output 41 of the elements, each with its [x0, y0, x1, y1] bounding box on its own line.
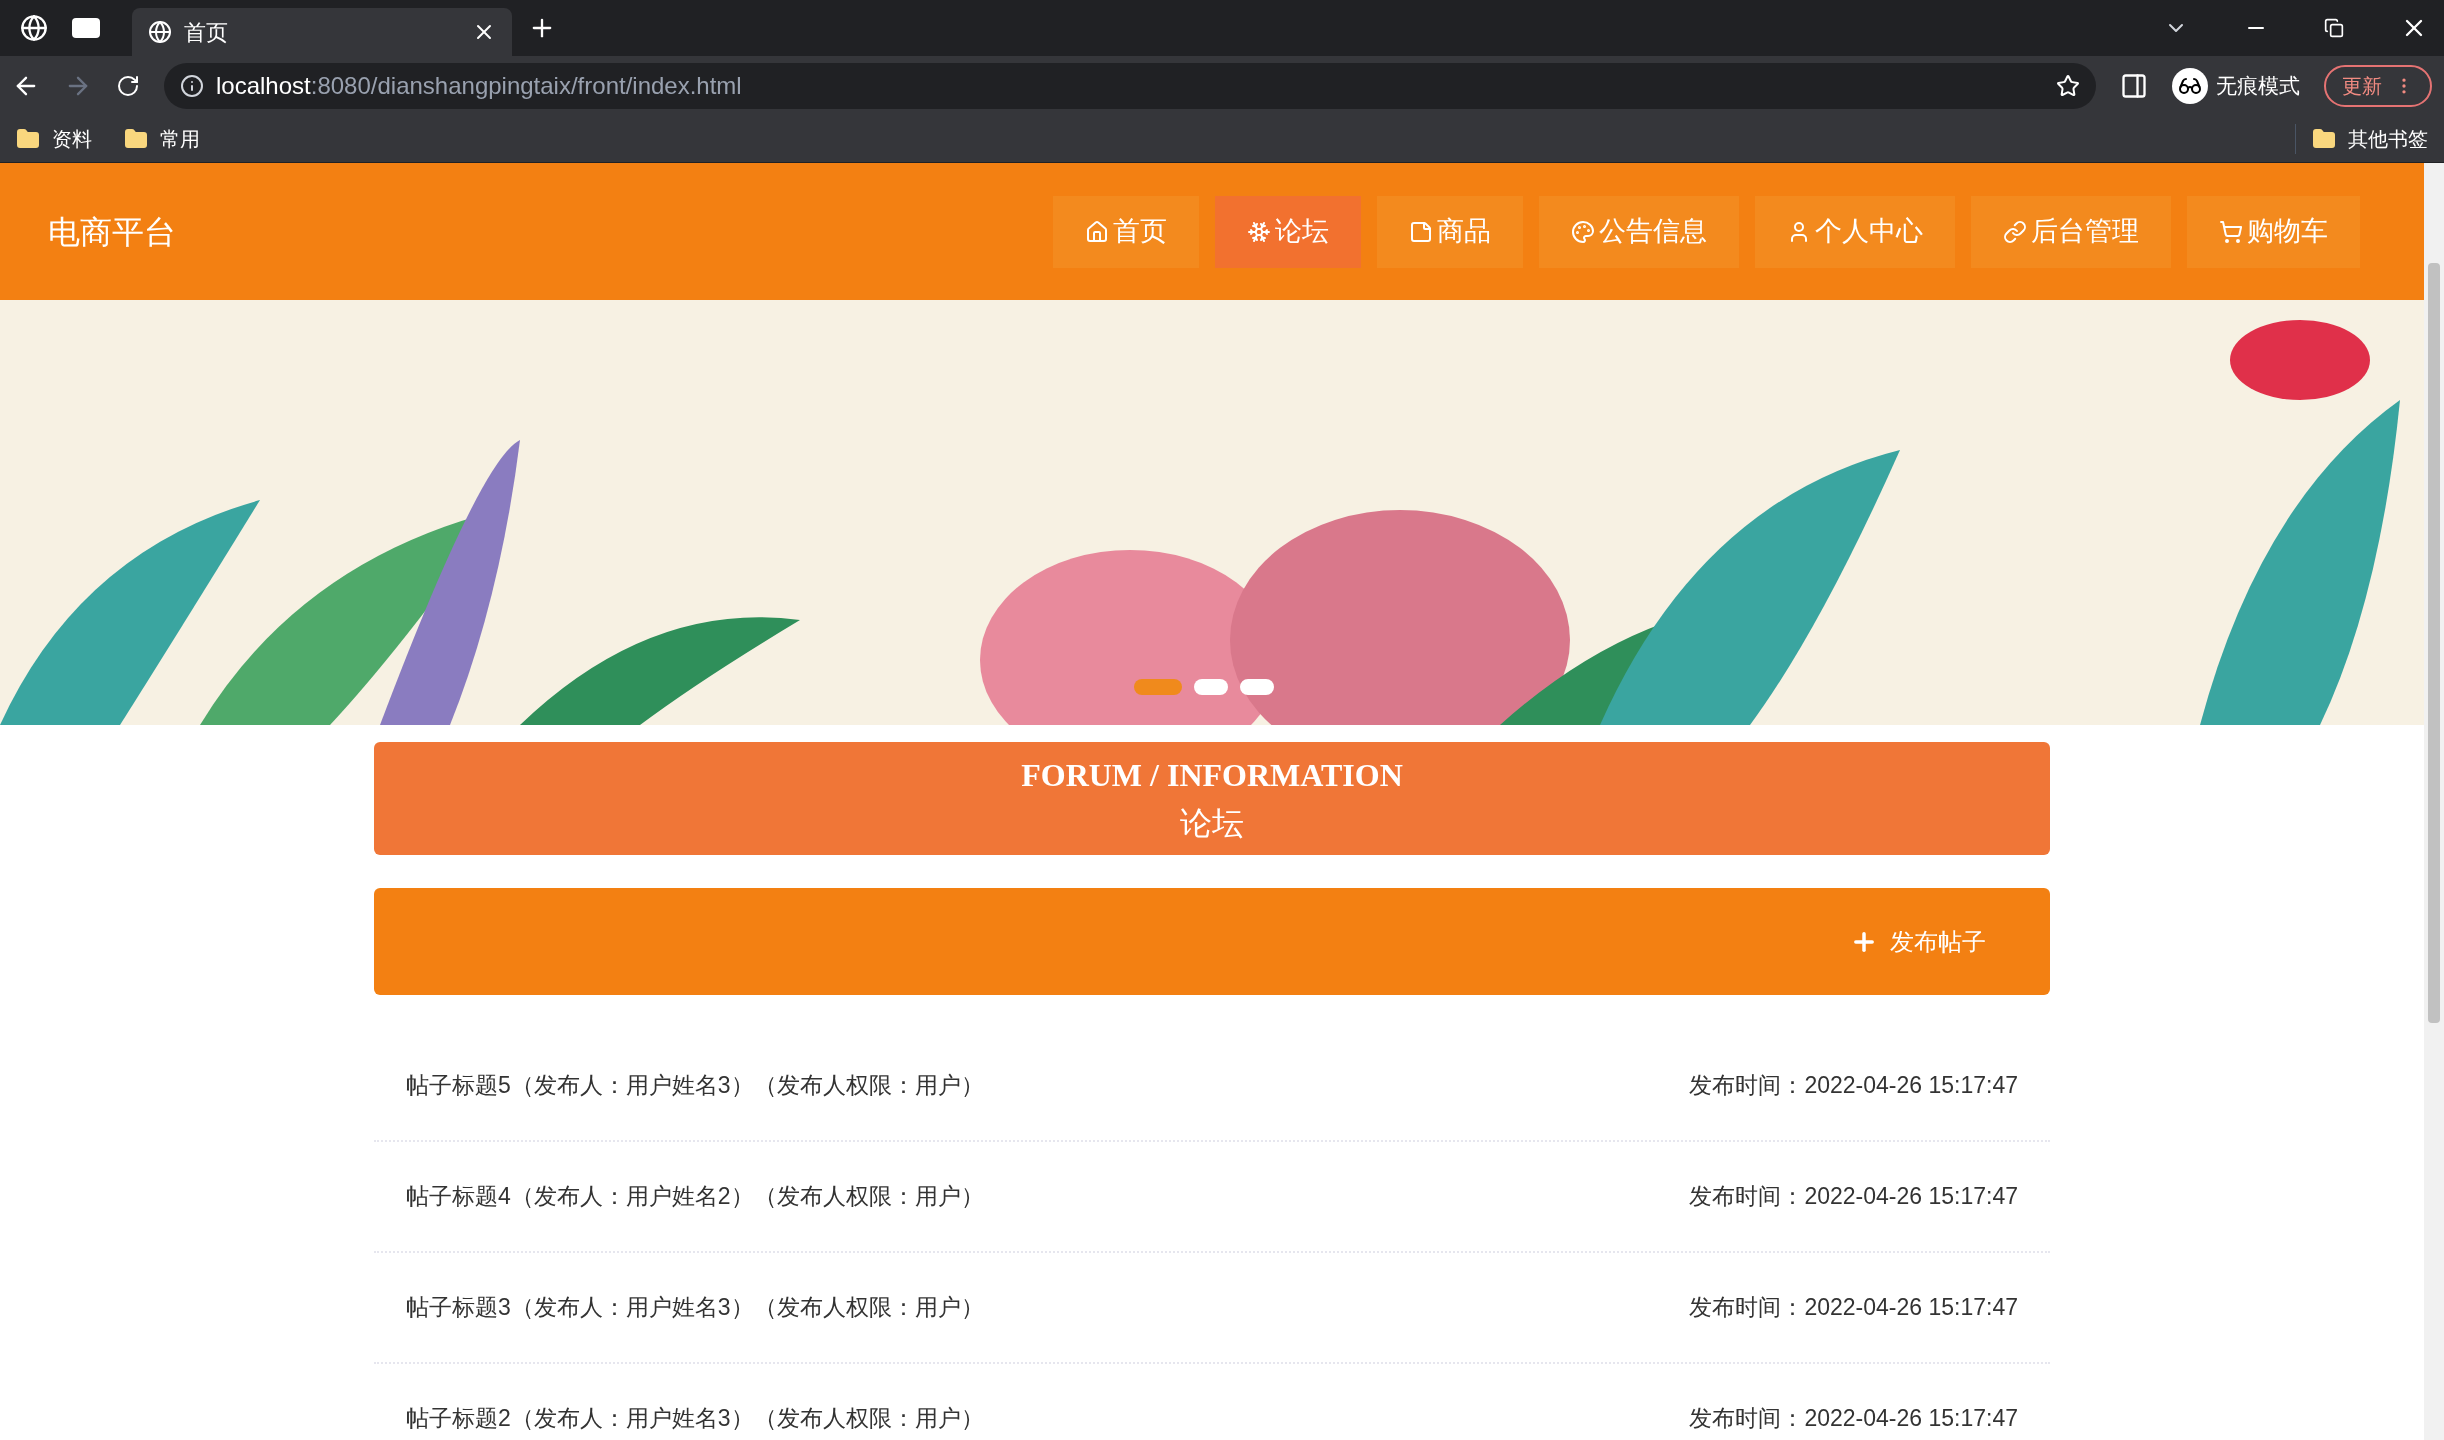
bookmark-star-icon[interactable] — [2056, 74, 2080, 98]
folder-icon — [16, 127, 40, 151]
url-text: localhost:8080/dianshangpingtaix/front/index.html — [216, 71, 742, 101]
post-title[interactable]: 帖子标题4（发布人：用户姓名2）（发布人权限：用户） — [406, 1179, 984, 1214]
post-time: 发布时间：2022-04-26 15:17:47 — [1689, 1404, 2018, 1434]
home-icon — [1085, 219, 1109, 244]
post-time: 发布时间：2022-04-26 15:17:47 — [1689, 1071, 2018, 1101]
folder-icon — [124, 127, 148, 151]
palette-icon — [1571, 219, 1595, 244]
bookmark-folder[interactable]: 资料 — [16, 124, 92, 154]
bookmark-folder[interactable]: 常用 — [124, 124, 200, 154]
side-panel-icon[interactable] — [2120, 72, 2148, 100]
note-icon — [1409, 219, 1433, 244]
incognito-icon[interactable] — [2172, 68, 2208, 104]
reload-icon[interactable] — [116, 74, 140, 98]
tab-title: 首页 — [184, 18, 229, 47]
browser-tab[interactable]: 首页 — [132, 8, 512, 56]
snowflake-icon — [1247, 219, 1271, 244]
window-icon[interactable] — [72, 18, 100, 38]
post-time: 发布时间：2022-04-26 15:17:47 — [1689, 1182, 2018, 1212]
profile-label: 无痕模式 — [2216, 73, 2300, 100]
bookmark-folder[interactable]: 其他书签 — [2295, 124, 2428, 154]
address-bar[interactable]: localhost:8080/dianshangpingtaix/front/index.html — [164, 63, 2096, 109]
browser-icon[interactable] — [20, 14, 48, 42]
scrollbar[interactable] — [2424, 163, 2444, 1440]
new-post-button[interactable]: 发布帖子 — [1850, 923, 1986, 960]
folder-icon — [2312, 127, 2336, 151]
post-title[interactable]: 帖子标题3（发布人：用户姓名3）（发布人权限：用户） — [406, 1290, 984, 1325]
link-icon — [2003, 219, 2027, 244]
globe-icon — [148, 20, 172, 44]
post-title[interactable]: 帖子标题5（发布人：用户姓名3）（发布人权限：用户） — [406, 1068, 984, 1103]
post-time: 发布时间：2022-04-26 15:17:47 — [1689, 1293, 2018, 1323]
nav-link[interactable]: 论坛 — [1215, 195, 1361, 268]
restore-icon[interactable] — [2324, 18, 2344, 38]
section-title-en: FORUM / INFORMATION — [1021, 755, 1403, 795]
section-title-cn: 论坛 — [1180, 803, 1244, 843]
site-logo[interactable]: 电商平台 — [48, 207, 176, 256]
cart-icon — [2219, 219, 2243, 244]
post-title[interactable]: 帖子标题2（发布人：用户姓名3）（发布人权限：用户） — [406, 1401, 984, 1436]
update-button[interactable]: 更新 — [2324, 65, 2432, 107]
info-icon — [180, 74, 204, 98]
